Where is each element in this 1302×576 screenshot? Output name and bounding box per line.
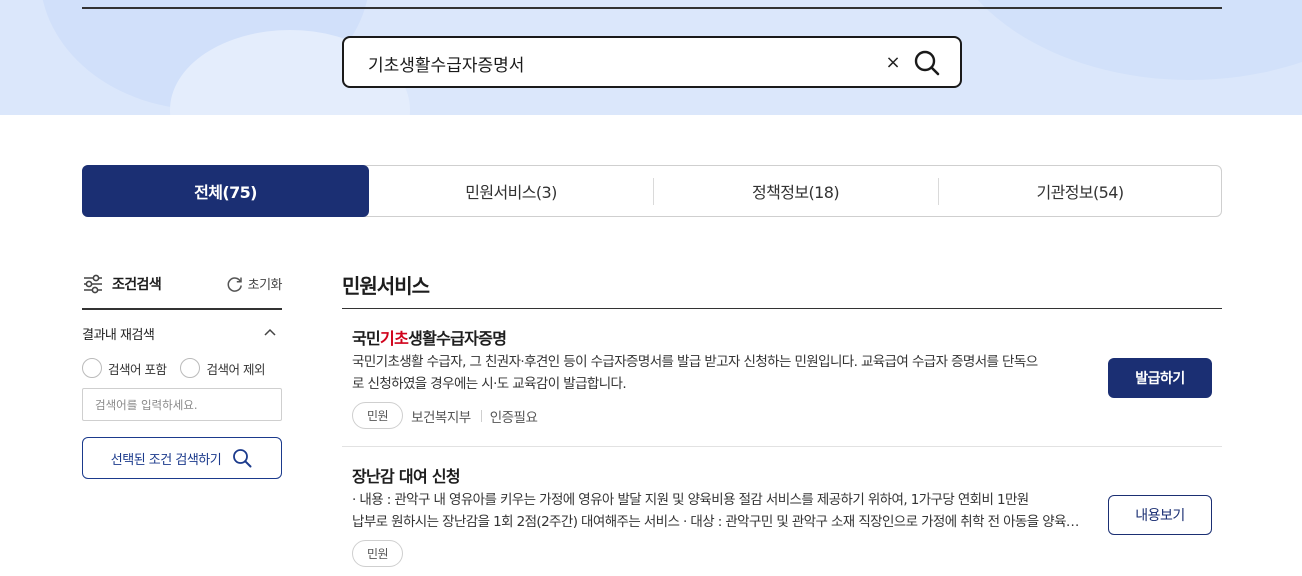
result-description: 국민기초생활 수급자, 그 친권자·후견인 등이 수급자증명서를 발급 받고자 … <box>352 351 1092 395</box>
tab-divider <box>653 178 654 205</box>
result-description: · 내용 : 관악구 내 영유아를 키우는 가정에 영유아 발달 지원 및 양육… <box>352 489 1092 533</box>
agency-name: 보건복지부 <box>411 409 471 426</box>
list-item: 국민기초생활수급자증명 국민기초생활 수급자, 그 친권자·후견인 등이 수급자… <box>342 309 1222 447</box>
reset-label: 초기화 <box>247 278 283 293</box>
exclude-keyword-radio[interactable]: 검색어 제외 <box>180 358 265 378</box>
result-meta: 민원 <box>352 540 404 567</box>
radio-label: 검색어 포함 <box>108 361 167 377</box>
issue-button[interactable]: 발급하기 <box>1108 358 1212 398</box>
refresh-icon <box>227 276 242 292</box>
title-highlight: 기초 <box>380 329 409 348</box>
research-section-header[interactable]: 결과내 재검색 <box>82 310 282 352</box>
reset-button[interactable]: 초기화 <box>226 274 283 293</box>
result-meta: 민원 보건복지부 인증필요 <box>352 402 538 429</box>
view-details-button[interactable]: 내용보기 <box>1108 495 1212 535</box>
keyword-option-group: 검색어 포함 검색어 제외 <box>82 358 282 378</box>
result-title[interactable]: 국민기초생활수급자증명 <box>352 325 507 349</box>
hero-decoration <box>940 0 1302 80</box>
research-input[interactable] <box>82 388 282 421</box>
chevron-up-icon[interactable] <box>264 328 276 336</box>
filter-header: 조건검색 초기화 <box>82 270 283 310</box>
category-tabs: 전체(75) 민원서비스(3) 정책정보(18) 기관정보(54) <box>82 165 1222 217</box>
filter-sidebar: 조건검색 초기화 결과내 재검색 검색어 포함 검색어 제외 선택된 조건 검색… <box>82 270 283 479</box>
button-label: 선택된 조건 검색하기 <box>110 452 222 468</box>
radio-circle[interactable] <box>82 358 102 378</box>
tab-policy-info[interactable]: 정책정보(18) <box>653 166 938 216</box>
tab-all[interactable]: 전체(75) <box>82 165 369 217</box>
title-text: 생활수급자증명 <box>408 329 507 348</box>
result-title[interactable]: 장난감 대여 신청 <box>352 463 461 487</box>
list-item: 장난감 대여 신청 · 내용 : 관악구 내 영유아를 키우는 가정에 영유아 … <box>342 447 1222 576</box>
header-divider <box>82 7 1222 9</box>
include-keyword-radio[interactable]: 검색어 포함 <box>82 358 167 378</box>
radio-circle[interactable] <box>180 358 201 378</box>
tab-civil-services[interactable]: 민원서비스(3) <box>369 166 653 216</box>
search-selected-conditions-button[interactable]: 선택된 조건 검색하기 <box>82 437 282 479</box>
meta-divider <box>480 409 482 422</box>
section-title: 민원서비스 <box>342 266 1222 309</box>
search-box: × <box>342 36 962 88</box>
search-input[interactable] <box>368 50 848 76</box>
tab-divider <box>938 178 939 205</box>
description-line: 납부로 원하시는 장난감을 1회 2점(2주간) 대여해주는 서비스 · 대상 … <box>352 514 1082 530</box>
search-icon <box>233 449 252 468</box>
description-line: 로 신청하였을 경우에는 시·도 교육감이 발급합니다. <box>352 376 627 392</box>
radio-label: 검색어 제외 <box>206 361 265 377</box>
auth-required-tag: 인증필요 <box>489 409 538 426</box>
research-title: 결과내 재검색 <box>82 328 155 343</box>
tab-label: 정책정보(18) <box>752 183 840 202</box>
tab-label: 민원서비스(3) <box>465 183 557 202</box>
search-icon <box>914 50 940 76</box>
type-chip: 민원 <box>352 540 404 567</box>
tab-agency-info[interactable]: 기관정보(54) <box>938 166 1222 216</box>
clear-search-button[interactable]: × <box>882 52 904 74</box>
tab-label: 기관정보(54) <box>1036 183 1125 202</box>
search-button[interactable] <box>912 48 942 78</box>
title-text: 국민 <box>352 329 381 348</box>
filter-icon <box>84 274 102 294</box>
results-main: 민원서비스 국민기초생활수급자증명 국민기초생활 수급자, 그 친권자·후견인 … <box>342 266 1222 576</box>
type-chip: 민원 <box>352 402 404 429</box>
filter-title: 조건검색 <box>112 277 162 293</box>
description-line: · 내용 : 관악구 내 영유아를 키우는 가정에 영유아 발달 지원 및 양육… <box>352 492 1029 508</box>
description-line: 국민기초생활 수급자, 그 친권자·후견인 등이 수급자증명서를 발급 받고자 … <box>352 354 1038 370</box>
